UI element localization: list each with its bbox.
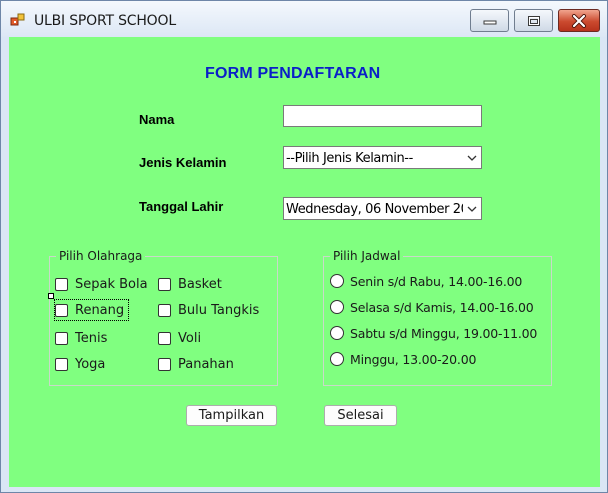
nama-label: Nama (139, 112, 175, 127)
jadwal-group-title: Pilih Jadwal (330, 249, 404, 263)
radio-label: Sabtu s/d Minggu, 19.00-11.00 (350, 325, 538, 341)
radio-button[interactable] (330, 300, 344, 314)
radio-button[interactable] (330, 326, 344, 340)
minimize-button[interactable] (470, 9, 509, 32)
radio-button[interactable] (330, 274, 344, 288)
checkbox-voli[interactable]: Voli (158, 328, 201, 348)
chevron-down-icon[interactable] (463, 198, 481, 219)
checkbox-label: Basket (178, 276, 222, 292)
checkbox-label: Sepak Bola (75, 276, 148, 292)
radio-senin-rabu[interactable]: Senin s/d Rabu, 14.00-16.00 (330, 271, 522, 291)
radio-minggu[interactable]: Minggu, 13.00-20.00 (330, 349, 476, 369)
tanggal-lahir-value: Wednesday, 06 November 2019 (286, 202, 482, 217)
checkbox-renang[interactable]: Renang (53, 299, 130, 321)
minimize-icon (483, 20, 496, 24)
checkbox-box[interactable] (55, 357, 68, 371)
radio-label: Minggu, 13.00-20.00 (350, 351, 477, 367)
close-button[interactable] (558, 9, 600, 32)
radio-button[interactable] (330, 352, 344, 366)
checkbox-box[interactable] (158, 277, 171, 291)
checkbox-label: Panahan (178, 356, 234, 372)
radio-label: Selasa s/d Kamis, 14.00-16.00 (350, 299, 534, 315)
nama-input[interactable] (283, 105, 482, 127)
jenis-kelamin-label: Jenis Kelamin (139, 155, 227, 170)
close-icon (572, 13, 586, 28)
radio-label: Senin s/d Rabu, 14.00-16.00 (350, 273, 523, 289)
checkbox-label: Bulu Tangkis (178, 302, 260, 318)
checkbox-box[interactable] (158, 303, 171, 317)
jadwal-group: Pilih Jadwal Senin s/d Rabu, 14.00-16.00… (323, 249, 552, 386)
maximize-button[interactable] (514, 9, 553, 32)
form-client-area: FORM PENDAFTARAN Nama Jenis Kelamin --Pi… (9, 37, 600, 487)
checkbox-bulu-tangkis[interactable]: Bulu Tangkis (158, 300, 259, 320)
maximize-icon (527, 15, 540, 26)
checkbox-box[interactable] (158, 357, 171, 371)
olahraga-group: Pilih Olahraga Sepak Bola Basket Renang … (49, 249, 278, 386)
app-window: ULBI SPORT SCHOOL FORM PENDAFTARAN Nama … (0, 0, 608, 493)
title-bar[interactable]: ULBI SPORT SCHOOL (1, 1, 607, 37)
tampilkan-button[interactable]: Tampilkan (186, 405, 277, 426)
app-icon (10, 13, 25, 26)
chevron-down-icon[interactable] (463, 147, 481, 168)
checkbox-label: Yoga (75, 356, 106, 372)
checkbox-box[interactable] (55, 277, 68, 291)
tanggal-lahir-label: Tanggal Lahir (139, 199, 224, 214)
selesai-button[interactable]: Selesai (324, 405, 397, 426)
tanggal-lahir-picker[interactable]: Wednesday, 06 November 2019 (283, 197, 482, 220)
jenis-kelamin-select[interactable]: --Pilih Jenis Kelamin-- (283, 146, 482, 169)
checkbox-label: Renang (75, 302, 125, 318)
checkbox-box[interactable] (55, 331, 68, 345)
design-selection-handle (48, 293, 54, 299)
checkbox-label: Tenis (75, 330, 108, 346)
checkbox-yoga[interactable]: Yoga (55, 354, 105, 374)
form-heading: FORM PENDAFTARAN (205, 65, 381, 82)
checkbox-box[interactable] (55, 303, 68, 317)
radio-sabtu-minggu[interactable]: Sabtu s/d Minggu, 19.00-11.00 (330, 323, 537, 343)
checkbox-tenis[interactable]: Tenis (55, 328, 107, 348)
jenis-kelamin-value: --Pilih Jenis Kelamin-- (286, 151, 413, 166)
checkbox-box[interactable] (158, 331, 171, 345)
radio-selasa-kamis[interactable]: Selasa s/d Kamis, 14.00-16.00 (330, 297, 534, 317)
olahraga-group-title: Pilih Olahraga (56, 249, 146, 263)
checkbox-sepak-bola[interactable]: Sepak Bola (55, 274, 148, 294)
checkbox-panahan[interactable]: Panahan (158, 354, 234, 374)
checkbox-basket[interactable]: Basket (158, 274, 222, 294)
checkbox-label: Voli (178, 330, 202, 346)
window-title: ULBI SPORT SCHOOL (34, 13, 176, 29)
